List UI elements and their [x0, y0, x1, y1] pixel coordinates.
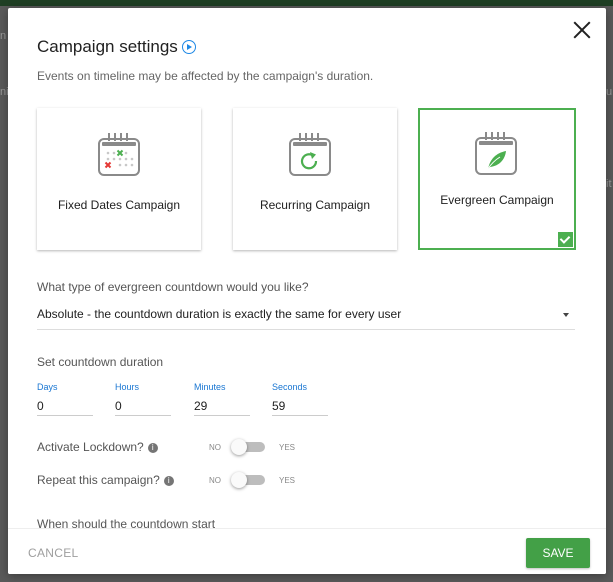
days-field: Days [37, 382, 93, 416]
play-video-icon[interactable] [182, 40, 196, 54]
selected-check-icon [558, 232, 573, 247]
calendar-recurring-icon [289, 133, 331, 176]
backdrop-text: n [0, 30, 7, 42]
modal-subtitle: Events on timeline may be affected by th… [37, 69, 374, 83]
backdrop-text: u [606, 86, 613, 98]
lockdown-row: Activate Lockdown? i [37, 440, 158, 454]
seconds-field: Seconds [272, 382, 328, 416]
hours-field: Hours [115, 382, 171, 416]
repeat-label: Repeat this campaign? [37, 473, 160, 487]
card-label: Fixed Dates Campaign [57, 198, 181, 212]
app-top-bar [0, 0, 613, 6]
field-label: Days [37, 382, 58, 392]
campaign-settings-modal: Campaign settings Events on timeline may… [8, 8, 606, 574]
close-icon[interactable] [572, 20, 592, 40]
field-label: Seconds [272, 382, 308, 392]
select-value: Absolute - the countdown duration is exa… [37, 307, 402, 321]
card-label: Recurring Campaign [259, 198, 371, 212]
repeat-yes-label: YES [279, 476, 296, 485]
duration-heading: Set countdown duration [37, 355, 164, 369]
minutes-input[interactable] [194, 396, 250, 416]
cancel-button[interactable]: CANCEL [28, 546, 78, 560]
lockdown-yes-label: YES [279, 443, 296, 452]
seconds-input[interactable] [272, 396, 328, 416]
countdown-type-select[interactable]: Absolute - the countdown duration is exa… [37, 303, 575, 330]
modal-footer: CANCEL SAVE [8, 528, 606, 574]
info-icon[interactable]: i [147, 443, 158, 453]
info-icon[interactable]: i [163, 476, 174, 486]
recurring-campaign-card[interactable]: Recurring Campaign [233, 108, 397, 250]
countdown-type-question: What type of evergreen countdown would y… [37, 280, 309, 294]
save-button[interactable]: SAVE [526, 538, 590, 568]
evergreen-campaign-card[interactable]: Evergreen Campaign [418, 108, 576, 250]
chevron-down-icon [563, 313, 569, 317]
calendar-evergreen-icon [475, 132, 517, 175]
calendar-fixed-icon [98, 133, 140, 176]
field-label: Hours [115, 382, 140, 392]
backdrop-text: it [606, 178, 612, 190]
lockdown-no-label: NO [209, 443, 221, 452]
card-label: Evergreen Campaign [440, 193, 554, 207]
repeat-row: Repeat this campaign? i [37, 473, 174, 487]
lockdown-label: Activate Lockdown? [37, 440, 144, 454]
hours-input[interactable] [115, 396, 171, 416]
repeat-toggle[interactable] [231, 472, 267, 488]
fixed-dates-campaign-card[interactable]: Fixed Dates Campaign [37, 108, 201, 250]
days-input[interactable] [37, 396, 93, 416]
minutes-field: Minutes [194, 382, 250, 416]
lockdown-toggle[interactable] [231, 439, 267, 455]
field-label: Minutes [194, 382, 226, 392]
repeat-no-label: NO [209, 476, 221, 485]
modal-title: Campaign settings [37, 37, 178, 56]
